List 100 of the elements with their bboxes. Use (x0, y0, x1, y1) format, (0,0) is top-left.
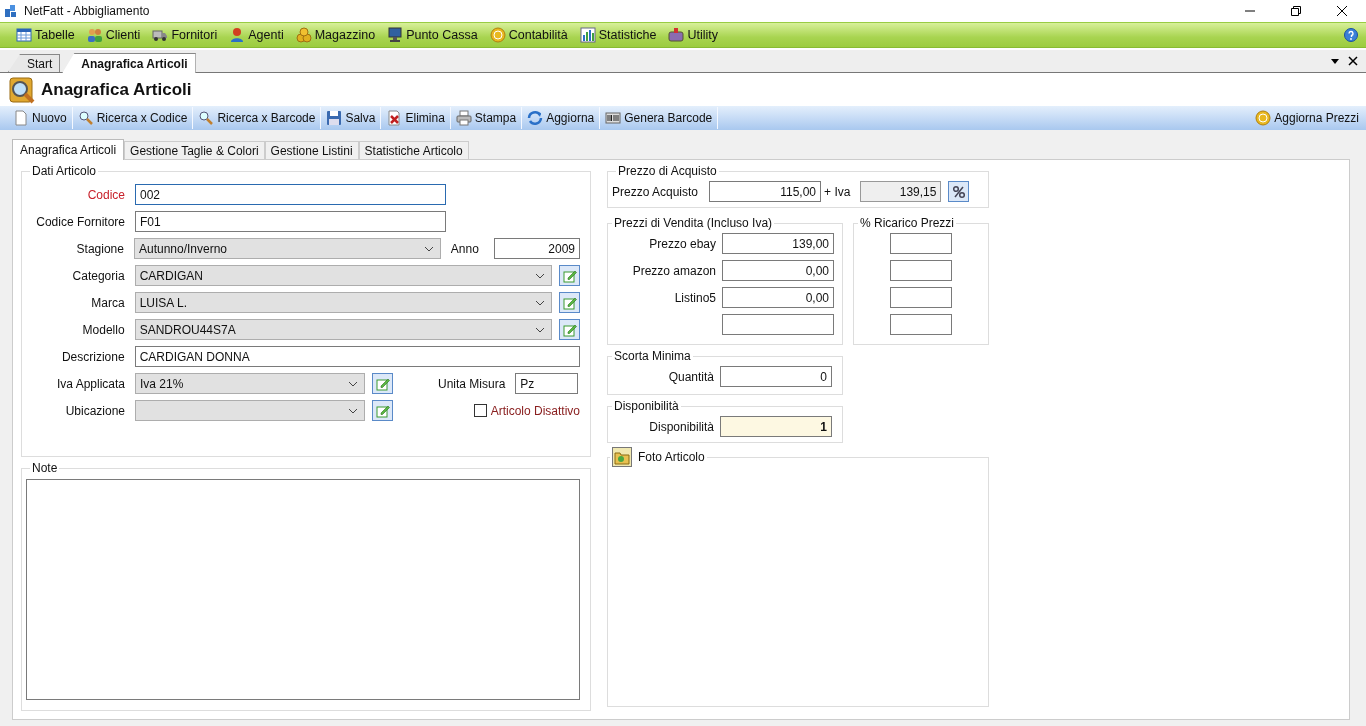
menu-item[interactable]: Magazzino (289, 24, 382, 46)
text-field[interactable]: 115,00 (709, 181, 822, 202)
menu-item[interactable]: Fornitori (146, 24, 224, 46)
field-label: Prezzo amazon (632, 263, 716, 278)
menu-item[interactable]: Clienti (80, 24, 147, 46)
field-label: Stagione (75, 241, 124, 256)
form-tab[interactable]: Gestione Listini (264, 141, 359, 159)
menu-item[interactable]: Statistiche (573, 24, 663, 46)
menu-item[interactable]: Agenti (223, 24, 290, 46)
field-label: Unita Misura (438, 376, 506, 391)
toolbar-button[interactable]: Nuovo (8, 107, 73, 129)
group-title: Disponibilità (613, 399, 680, 413)
toolbar-button[interactable]: Genera Barcode (600, 107, 719, 129)
edit-button[interactable] (559, 292, 580, 313)
chevron-down-icon (535, 326, 546, 333)
text-field[interactable]: Pz (515, 373, 579, 394)
text-field[interactable]: 2009 (493, 238, 580, 259)
field-label: Ubicazione (64, 403, 125, 418)
text-field[interactable]: 0 (720, 366, 832, 387)
text-field[interactable]: 0,00 (722, 287, 834, 308)
people-icon (86, 27, 103, 43)
restore-icon[interactable] (1290, 5, 1302, 17)
field-label: Modello (81, 322, 125, 337)
app-icon (4, 4, 18, 18)
field-label: Prezzo Acquisto (612, 184, 699, 199)
toolbar-button[interactable]: Elimina (381, 107, 451, 129)
chart-icon (579, 27, 596, 43)
dropdown-icon[interactable] (1330, 56, 1340, 66)
menu-item[interactable]: Punto Cassa (381, 24, 484, 46)
chevron-down-icon (348, 380, 358, 387)
barcode-icon (605, 110, 622, 126)
chevron-down-icon (535, 299, 546, 306)
window-title: NetFatt - Abbigliamento (24, 4, 151, 18)
dropdown[interactable]: Iva 21% (135, 373, 365, 394)
toolbar-button[interactable]: Stampa (450, 107, 523, 129)
text-field[interactable]: 002 (135, 184, 446, 205)
magnifier-box-icon (7, 74, 37, 105)
field-label: Descrizione (60, 349, 125, 364)
menu-item[interactable]: Contabilità (483, 24, 574, 46)
coin-icon (489, 27, 506, 43)
refresh-icon (527, 110, 544, 126)
text-field[interactable] (890, 314, 952, 335)
edit-icon (562, 322, 577, 337)
edit-icon (375, 376, 390, 391)
edit-button[interactable] (372, 400, 393, 421)
toolbar-button[interactable]: Salva (321, 107, 382, 129)
edit-icon (562, 295, 577, 310)
chevron-down-icon (348, 407, 358, 414)
text-field[interactable] (890, 287, 952, 308)
checkbox[interactable] (473, 404, 487, 417)
folder-icon (614, 449, 630, 465)
toolbar-button[interactable]: Ricerca x Codice (72, 107, 194, 129)
close-icon[interactable] (1348, 56, 1358, 66)
menu-item[interactable]: Tabelle (10, 24, 81, 46)
edit-icon (562, 268, 577, 283)
group-title: % Ricarico Prezzi (859, 216, 956, 230)
percent-button[interactable] (948, 181, 970, 202)
dropdown[interactable]: SANDROU44S7A (134, 319, 553, 340)
dropdown[interactable]: Autunno/Inverno (133, 238, 441, 259)
field-label: Disponibilità (649, 419, 714, 434)
field-label: Iva Applicata (55, 376, 125, 391)
document-tab[interactable]: Start (8, 54, 61, 72)
edit-button[interactable] (559, 319, 580, 340)
field-label: Quantità (668, 369, 714, 384)
delete-icon (386, 110, 403, 126)
text-field[interactable] (890, 260, 952, 281)
close-icon[interactable] (1336, 5, 1348, 17)
group-title: Prezzo di Acquisto (617, 164, 718, 178)
field-label: Prezzo ebay (649, 236, 716, 251)
person-icon (229, 27, 246, 43)
text-field[interactable] (890, 233, 952, 254)
dropdown[interactable]: CARDIGAN (134, 265, 553, 286)
text-field[interactable]: 139,00 (722, 233, 834, 254)
form-tab[interactable]: Statistiche Articolo (358, 141, 469, 159)
menu-item[interactable]: Utility (662, 24, 724, 46)
form-tab[interactable]: Anagrafica Articoli (12, 139, 125, 160)
text-field[interactable]: F01 (135, 211, 446, 232)
group-title: Note (31, 461, 59, 475)
edit-button[interactable] (372, 373, 393, 394)
search-icon (77, 110, 94, 126)
toolbar-button[interactable]: Aggiorna (522, 107, 601, 129)
toolbar-button[interactable]: Aggiorna Prezzi (1250, 107, 1364, 129)
page-icon (13, 110, 29, 126)
help-icon[interactable] (1344, 28, 1358, 42)
monitor-icon (387, 27, 404, 43)
text-field[interactable]: 0,00 (722, 260, 834, 281)
field-label: Categoria (71, 268, 125, 283)
checkbox-label[interactable]: Articolo Disattivo (490, 403, 580, 418)
form-tab[interactable]: Gestione Taglie & Colori (124, 141, 265, 159)
text-field[interactable] (722, 314, 834, 335)
toolbar-button[interactable]: Ricerca x Barcode (193, 107, 322, 129)
coin-icon (1255, 110, 1272, 126)
percent-icon (951, 184, 966, 199)
document-tab[interactable]: Anagrafica Articoli (62, 53, 196, 73)
table-icon (16, 27, 32, 43)
dropdown[interactable]: LUISA L. (134, 292, 553, 313)
edit-button[interactable] (559, 265, 580, 286)
load-photo-button[interactable] (612, 447, 632, 467)
search-icon (198, 110, 215, 126)
text-field[interactable]: CARDIGAN DONNA (134, 346, 580, 367)
